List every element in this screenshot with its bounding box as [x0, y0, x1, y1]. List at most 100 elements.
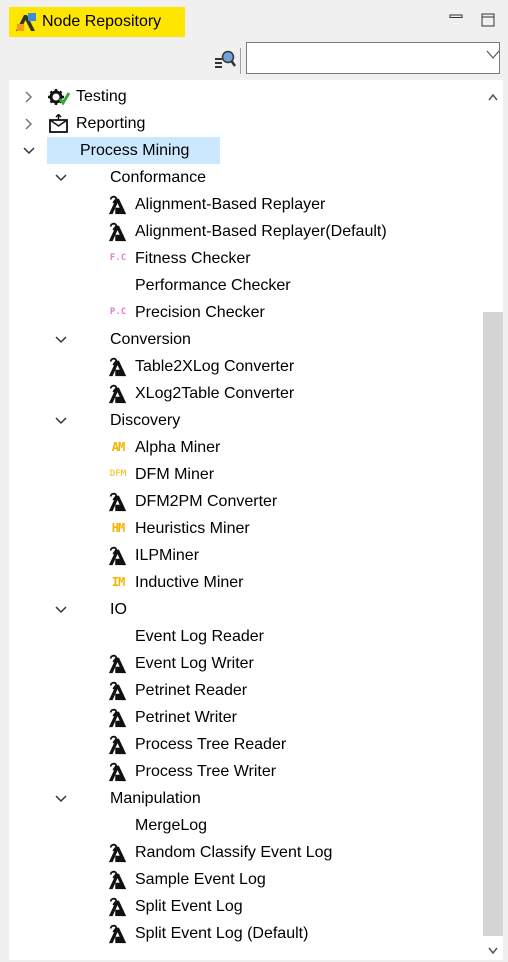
fitness-checker-icon: F.C — [109, 253, 127, 263]
node-repository-panel: Node Repository Testing Reporting Proces… — [0, 0, 508, 962]
tree-item-process-mining[interactable]: Process Mining — [47, 137, 220, 164]
tree-item-ilpminer[interactable]: ILPMiner — [106, 542, 199, 569]
tree-item-io[interactable]: IO — [110, 596, 127, 623]
tree-item-label: Alpha Miner — [135, 439, 221, 456]
collapse-io-icon[interactable] — [54, 603, 68, 617]
tree-item-label: XLog2Table Converter — [135, 385, 295, 402]
precision-checker-icon: P.C — [109, 307, 127, 317]
tree-item-label: Fitness Checker — [135, 250, 251, 267]
tree-item-label: Discovery — [110, 412, 181, 429]
minimize-icon[interactable] — [448, 12, 464, 28]
tree-item-label: Sample Event Log — [135, 871, 266, 888]
tree-item-testing[interactable]: Testing — [47, 83, 127, 110]
node-icon — [106, 896, 130, 918]
blank-icon — [106, 626, 130, 648]
tree-item-process-tree-reader[interactable]: Process Tree Reader — [106, 731, 286, 758]
tree-item-heuristics-miner[interactable]: HM Heuristics Miner — [106, 515, 250, 542]
tree-item-alpha-miner[interactable]: AM Alpha Miner — [106, 434, 221, 461]
tree-item-label: Process Mining — [80, 142, 190, 159]
node-icon — [106, 869, 130, 891]
tree-item-table2xlog-converter[interactable]: Table2XLog Converter — [106, 353, 294, 380]
tree-item-inductive-miner[interactable]: IM Inductive Miner — [106, 569, 244, 596]
tree-item-manipulation[interactable]: Manipulation — [110, 785, 201, 812]
expand-reporting-icon[interactable] — [22, 117, 36, 131]
tree-item-label: Petrinet Writer — [135, 709, 237, 726]
expand-testing-icon[interactable] — [22, 90, 36, 104]
tree-item-split-event-log-default[interactable]: Split Event Log (Default) — [106, 920, 308, 947]
tree-item-label: Reporting — [76, 115, 146, 132]
node-icon — [106, 680, 130, 702]
tree-item-petrinet-reader[interactable]: Petrinet Reader — [106, 677, 247, 704]
node-icon — [106, 383, 130, 405]
tree-item-label: Testing — [76, 88, 127, 105]
tree-item-label: DFM2PM Converter — [135, 493, 278, 510]
tree-item-label: Inductive Miner — [135, 574, 244, 591]
tree-item-label: Event Log Writer — [135, 655, 254, 672]
tree-item-label: Precision Checker — [135, 304, 265, 321]
tree-item-xlog2table-converter[interactable]: XLog2Table Converter — [106, 380, 294, 407]
tree-item-label: Event Log Reader — [135, 628, 264, 645]
vertical-scrollbar[interactable] — [483, 80, 503, 960]
tree-item-label: Process Tree Reader — [135, 736, 287, 753]
tree-item-label: Split Event Log (Default) — [135, 925, 309, 942]
tree-item-reporting[interactable]: Reporting — [47, 110, 145, 137]
tree-item-label: DFM Miner — [135, 466, 215, 483]
node-icon — [106, 221, 130, 243]
node-icon — [106, 761, 130, 783]
tree-item-performance-checker[interactable]: Performance Checker — [106, 272, 291, 299]
tree-item-fitness-checker[interactable]: F.C Fitness Checker — [106, 245, 251, 272]
collapse-discovery-icon[interactable] — [54, 414, 68, 428]
node-icon — [106, 734, 130, 756]
node-icon — [106, 356, 130, 378]
collapse-conversion-icon[interactable] — [54, 333, 68, 347]
scroll-up-icon[interactable] — [487, 92, 499, 102]
node-icon — [106, 194, 130, 216]
tree-item-alignment-based-replayer[interactable]: Alignment-Based Replayer — [106, 191, 325, 218]
toolbar-separator — [240, 48, 241, 74]
dfm-miner-icon: DFM — [109, 469, 127, 479]
tree-item-label: Conversion — [110, 331, 191, 348]
tree-item-label: Performance Checker — [135, 277, 291, 294]
tree-item-random-classify-event-log[interactable]: Random Classify Event Log — [106, 839, 332, 866]
maximize-icon[interactable] — [480, 12, 496, 28]
tree-item-precision-checker[interactable]: P.C Precision Checker — [106, 299, 265, 326]
tree-item-label: Heuristics Miner — [135, 520, 250, 537]
search-input[interactable] — [246, 42, 500, 74]
node-icon — [106, 842, 130, 864]
blank-icon — [106, 815, 130, 837]
tree-item-conversion[interactable]: Conversion — [110, 326, 191, 353]
tree-item-label: Random Classify Event Log — [135, 844, 333, 861]
tree-item-sample-event-log[interactable]: Sample Event Log — [106, 866, 266, 893]
title-bar: Node Repository — [0, 0, 508, 42]
tree-item-label: Conformance — [110, 169, 207, 186]
tree-item-petrinet-writer[interactable]: Petrinet Writer — [106, 704, 237, 731]
tree-item-dfm-miner[interactable]: DFM DFM Miner — [106, 461, 214, 488]
heuristics-miner-icon: HM — [111, 521, 125, 535]
chevron-down-icon[interactable] — [486, 50, 500, 60]
tree-item-event-log-writer[interactable]: Event Log Writer — [106, 650, 254, 677]
node-icon — [106, 545, 130, 567]
reporting-icon — [47, 113, 71, 135]
tree-item-conformance[interactable]: Conformance — [110, 164, 206, 191]
tree-item-alignment-based-replayer-default[interactable]: Alignment-Based Replayer(Default) — [106, 218, 387, 245]
scroll-thumb[interactable] — [483, 312, 503, 936]
tree-item-label: Process Tree Writer — [135, 763, 277, 780]
tree-item-label: Table2XLog Converter — [135, 358, 295, 375]
collapse-manipulation-icon[interactable] — [54, 792, 68, 806]
collapse-conformance-icon[interactable] — [54, 171, 68, 185]
node-icon — [106, 923, 130, 945]
tree-item-mergelog[interactable]: MergeLog — [106, 812, 207, 839]
tree-item-process-tree-writer[interactable]: Process Tree Writer — [106, 758, 276, 785]
tree-item-event-log-reader[interactable]: Event Log Reader — [106, 623, 264, 650]
scroll-down-icon[interactable] — [487, 946, 499, 956]
tree-item-split-event-log[interactable]: Split Event Log — [106, 893, 243, 920]
node-repository-icon — [16, 13, 36, 31]
filter-icon[interactable] — [214, 49, 236, 71]
tree-item-discovery[interactable]: Discovery — [110, 407, 180, 434]
inductive-miner-icon: IM — [111, 575, 125, 589]
node-tree[interactable]: Testing Reporting Process Mining Conform… — [9, 80, 483, 960]
node-icon — [106, 707, 130, 729]
tree-item-dfm2pm-converter[interactable]: DFM2PM Converter — [106, 488, 277, 515]
collapse-process-mining-icon[interactable] — [22, 144, 36, 158]
node-repository-tab[interactable]: Node Repository — [9, 7, 185, 37]
